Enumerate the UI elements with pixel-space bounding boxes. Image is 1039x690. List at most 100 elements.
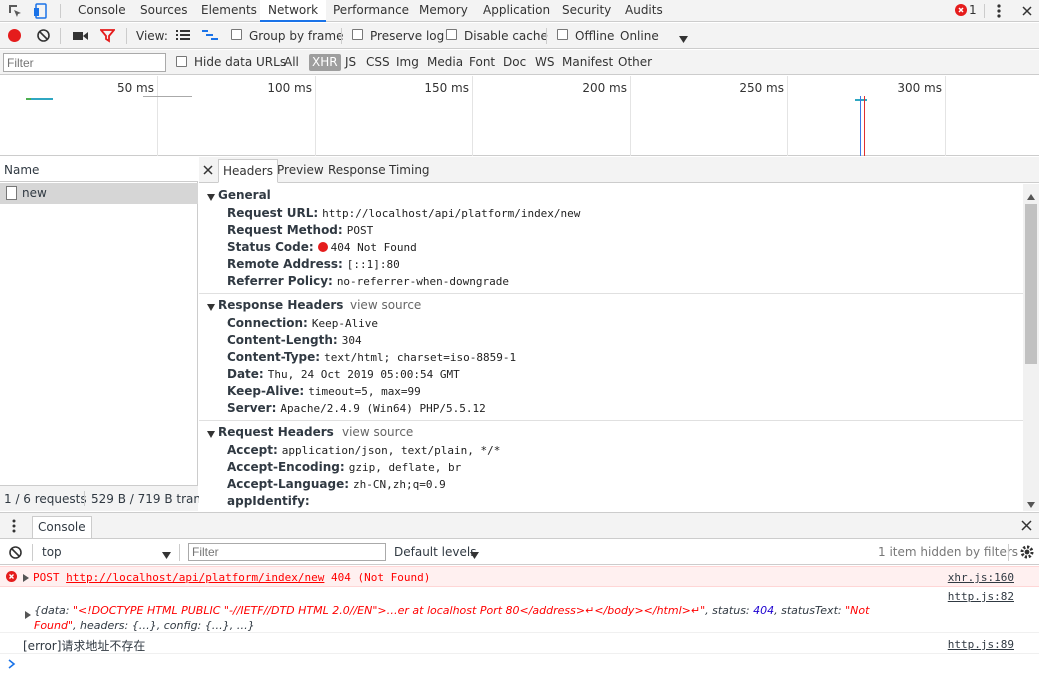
more-options-icon[interactable]: [994, 2, 1004, 20]
section-general[interactable]: General: [218, 188, 271, 202]
headers-view: General Request URL: http://localhost/api…: [199, 184, 1023, 511]
expand-triangle-icon[interactable]: [25, 609, 31, 619]
divider: [984, 4, 985, 18]
tab-console-drawer[interactable]: Console: [32, 516, 92, 538]
tab-headers[interactable]: Headers: [218, 159, 278, 183]
filter-type-font[interactable]: Font: [466, 54, 498, 71]
filter-type-css[interactable]: CSS: [363, 54, 393, 71]
error-count-icon[interactable]: [955, 4, 967, 16]
filter-bar: Hide data URLs All XHR JS CSS Img Media …: [0, 50, 1039, 75]
tick-label: 100 ms: [267, 81, 312, 95]
tab-security[interactable]: Security: [554, 0, 619, 22]
filter-input[interactable]: [3, 53, 166, 72]
filter-type-media[interactable]: Media: [424, 54, 466, 71]
filter-type-other[interactable]: Other: [615, 54, 655, 71]
devtools-tab-bar: Console Sources Elements Network Perform…: [0, 0, 1039, 22]
filter-type-img[interactable]: Img: [393, 54, 422, 71]
tab-preview[interactable]: Preview: [273, 159, 328, 183]
close-icon[interactable]: [1020, 4, 1034, 18]
tab-timing[interactable]: Timing: [385, 159, 434, 183]
preserve-log-checkbox[interactable]: [352, 29, 363, 40]
log-levels-select[interactable]: Default levels: [394, 545, 476, 559]
header-value: [::1]:80: [346, 258, 400, 271]
grid-line: [630, 76, 631, 156]
object-preview[interactable]: {data: "<!DOCTYPE HTML PUBLIC "-//IETF//…: [34, 604, 869, 617]
header-value: http://localhost/api/platform/index/new: [322, 207, 581, 220]
disable-cache-label: Disable cache: [464, 29, 548, 43]
offline-checkbox[interactable]: [557, 29, 568, 40]
object-preview-line2: Found", headers: {…}, config: {…}, …}: [34, 619, 255, 632]
view-source-link[interactable]: view source: [342, 425, 413, 439]
tab-sources[interactable]: Sources: [132, 0, 195, 22]
filter-type-all[interactable]: All: [281, 54, 302, 71]
header-value: no-referrer-when-downgrade: [336, 275, 509, 288]
dom-content-loaded-line: [860, 96, 861, 156]
filter-type-xhr[interactable]: XHR: [309, 54, 341, 71]
filter-type-js[interactable]: JS: [342, 54, 359, 71]
gear-icon[interactable]: [1019, 544, 1035, 560]
section-response-headers[interactable]: Response Headers: [218, 298, 343, 312]
source-link[interactable]: xhr.js:160: [948, 571, 1014, 584]
chevron-down-icon[interactable]: [679, 32, 688, 43]
tab-audits[interactable]: Audits: [617, 0, 671, 22]
hide-data-urls-checkbox[interactable]: [176, 56, 187, 67]
header-key: Accept-Encoding:: [227, 460, 345, 474]
object-string: "<!DOCTYPE HTML PUBLIC "-//IETF//DTD HTM…: [72, 604, 706, 617]
request-count: 1 / 6 requests: [4, 492, 87, 506]
divider: [32, 544, 33, 561]
prompt-chevron-icon: [8, 658, 16, 669]
details-scrollbar[interactable]: [1023, 184, 1039, 511]
filter-type-doc[interactable]: Doc: [500, 54, 529, 71]
tab-console[interactable]: Console: [70, 0, 134, 22]
triangle-down-icon[interactable]: [207, 427, 215, 438]
inspect-element-icon[interactable]: [7, 3, 23, 19]
clear-console-icon[interactable]: [8, 545, 23, 560]
expand-triangle-icon[interactable]: [23, 572, 29, 582]
error-status: 404 (Not Found): [331, 571, 431, 584]
source-link[interactable]: http.js:89: [948, 638, 1014, 651]
error-count[interactable]: 1: [969, 3, 977, 17]
close-icon[interactable]: [1020, 519, 1033, 532]
header-key: Status Code:: [227, 240, 314, 254]
waterfall-icon[interactable]: [202, 29, 218, 42]
throttling-select[interactable]: Online: [620, 29, 659, 43]
source-link[interactable]: http.js:82: [948, 590, 1014, 603]
network-overview[interactable]: 50 ms 100 ms 150 ms 200 ms 250 ms 300 ms: [0, 76, 1039, 156]
console-filter-input[interactable]: [188, 543, 386, 561]
tab-memory[interactable]: Memory: [411, 0, 476, 22]
header-key: Request URL:: [227, 206, 319, 220]
tab-application[interactable]: Application: [475, 0, 558, 22]
table-row[interactable]: new: [0, 183, 198, 204]
drawer-menu-icon[interactable]: [10, 518, 18, 534]
console-prompt[interactable]: [0, 655, 1039, 690]
large-rows-icon[interactable]: [176, 29, 190, 42]
triangle-down-icon[interactable]: [207, 300, 215, 311]
tab-network[interactable]: Network: [260, 0, 327, 22]
name-column-header[interactable]: Name: [0, 157, 198, 182]
clear-icon[interactable]: [36, 28, 51, 43]
filter-type-ws[interactable]: WS: [532, 54, 557, 71]
header-row: Accept-Encoding: gzip, deflate, br: [227, 459, 461, 476]
error-url-link[interactable]: http://localhost/api/platform/index/new: [66, 571, 324, 584]
filter-icon[interactable]: [99, 28, 116, 43]
device-toolbar-icon[interactable]: [33, 3, 49, 19]
close-icon[interactable]: [203, 164, 213, 175]
view-source-link[interactable]: view source: [350, 298, 421, 312]
scroll-up-icon[interactable]: [1027, 189, 1035, 200]
section-request-headers[interactable]: Request Headers: [218, 425, 334, 439]
tab-response[interactable]: Response: [324, 159, 390, 183]
context-select[interactable]: top: [42, 545, 62, 559]
header-key: Server:: [227, 401, 277, 415]
filter-type-manifest[interactable]: Manifest: [559, 54, 616, 71]
chevron-down-icon[interactable]: [162, 548, 171, 559]
tab-performance[interactable]: Performance: [325, 0, 417, 22]
video-camera-icon[interactable]: [73, 30, 89, 42]
disable-cache-checkbox[interactable]: [446, 29, 457, 40]
chevron-down-icon[interactable]: [470, 548, 479, 559]
scrollbar-thumb[interactable]: [1025, 204, 1037, 364]
group-by-frame-checkbox[interactable]: [231, 29, 242, 40]
tab-elements[interactable]: Elements: [193, 0, 265, 22]
record-button[interactable]: [8, 29, 21, 42]
triangle-down-icon[interactable]: [207, 190, 215, 201]
scroll-down-icon[interactable]: [1027, 497, 1035, 508]
